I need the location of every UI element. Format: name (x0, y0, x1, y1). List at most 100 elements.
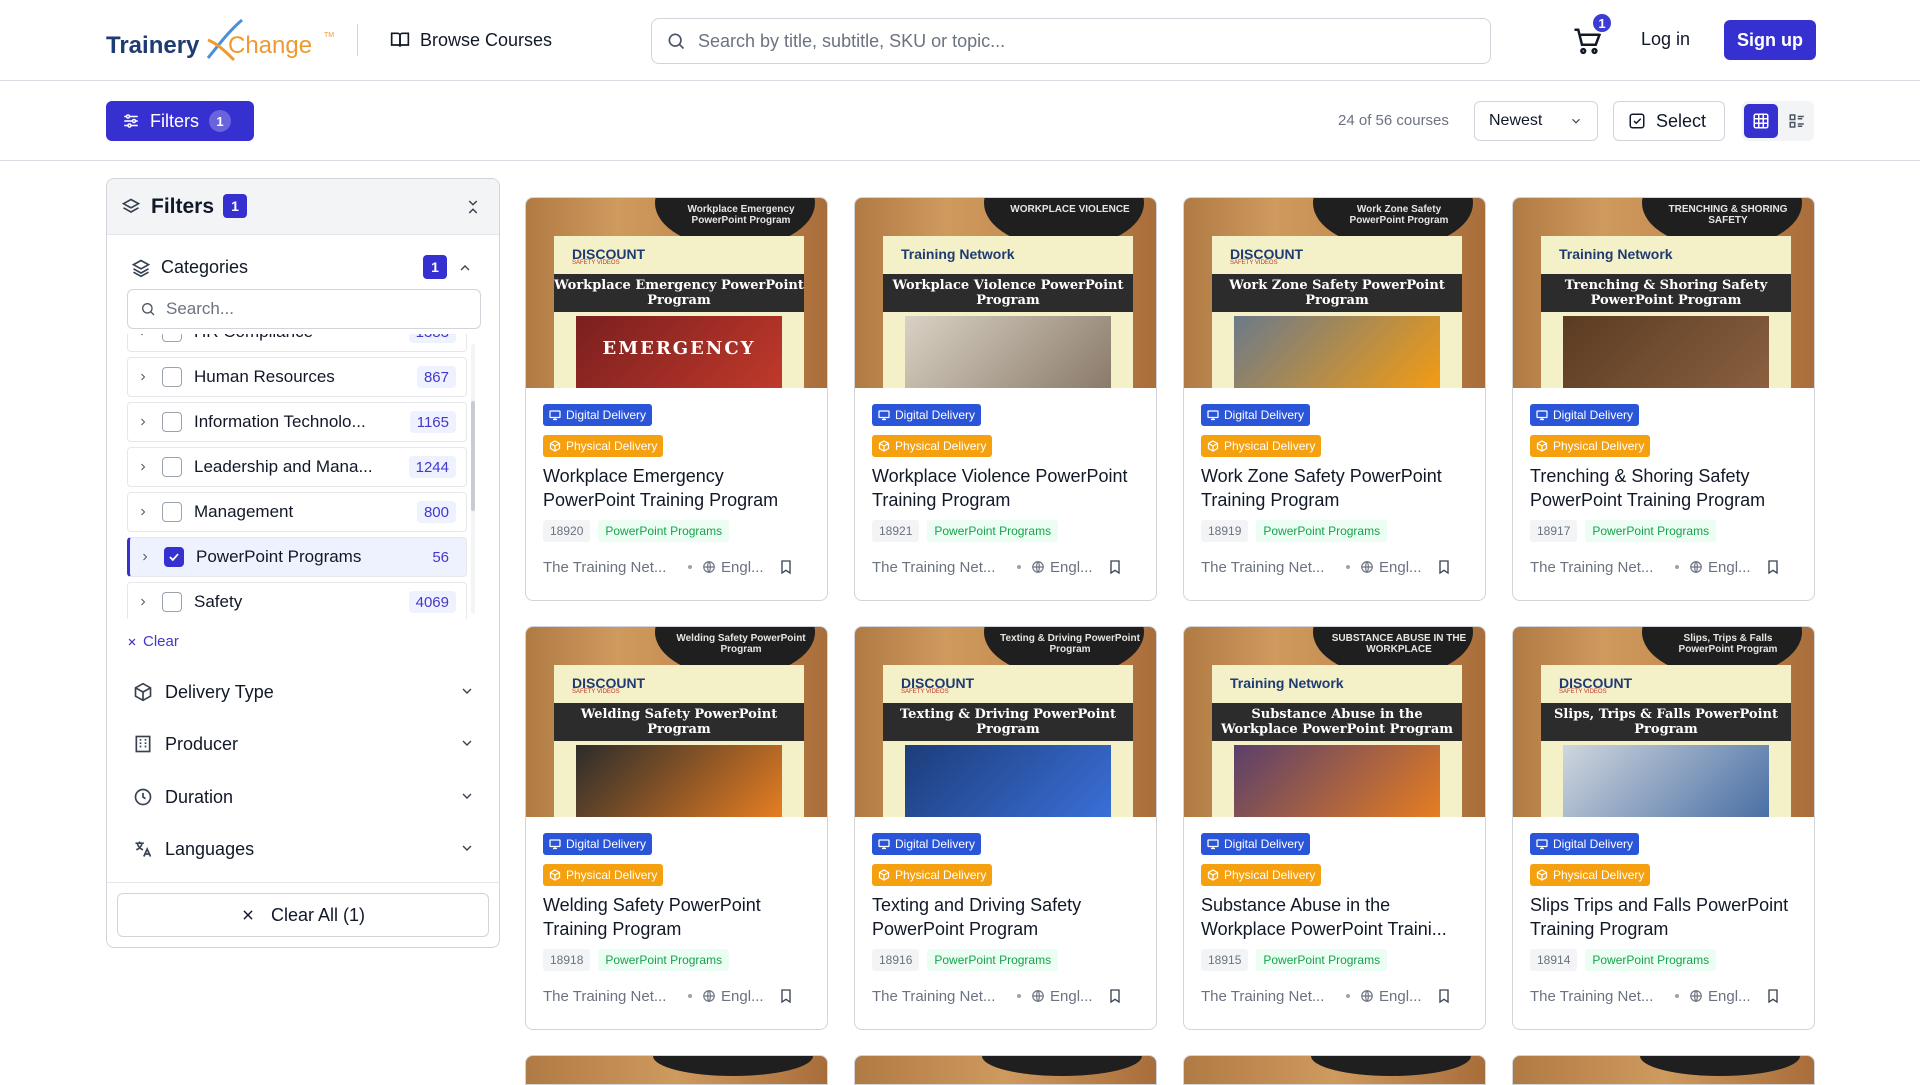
course-title[interactable]: Work Zone Safety PowerPoint Training Pro… (1201, 464, 1476, 512)
course-card-partial[interactable] (1183, 1055, 1486, 1085)
bookmark-icon[interactable] (1436, 558, 1452, 576)
course-category-tag[interactable]: PowerPoint Programs (927, 949, 1059, 971)
course-search-box[interactable] (651, 18, 1491, 64)
course-category-tag[interactable]: PowerPoint Programs (927, 520, 1059, 542)
bookmark-icon[interactable] (778, 987, 794, 1005)
browse-courses-link[interactable]: Browse Courses (390, 28, 552, 52)
bookmark-icon[interactable] (1436, 987, 1452, 1005)
course-title[interactable]: Substance Abuse in the Workplace PowerPo… (1201, 893, 1476, 941)
category-checkbox[interactable] (162, 412, 182, 432)
filter-section-languages[interactable]: Languages (127, 829, 481, 869)
grid-view-button[interactable] (1744, 104, 1778, 138)
clear-all-filters-button[interactable]: Clear All (1) (117, 893, 489, 937)
category-row-leadership[interactable]: Leadership and Mana... 1244 (127, 447, 467, 487)
course-card[interactable]: Texting & Driving PowerPoint Program DIS… (854, 626, 1157, 1030)
category-search-input[interactable] (166, 299, 456, 319)
filters-toggle-button[interactable]: Filters 1 (106, 101, 254, 141)
filter-section-producer[interactable]: Producer (127, 724, 481, 764)
course-thumbnail[interactable]: WORKPLACE VIOLENCE Training Network Work… (855, 198, 1156, 388)
course-title[interactable]: Texting and Driving Safety PowerPoint Pr… (872, 893, 1147, 941)
category-row-management[interactable]: Management 800 (127, 492, 467, 532)
category-checkbox[interactable] (162, 457, 182, 477)
chevron-right-icon[interactable] (128, 334, 158, 338)
filter-section-duration[interactable]: Duration (127, 777, 481, 817)
bookmark-icon[interactable] (778, 558, 794, 576)
chevron-right-icon[interactable] (128, 416, 158, 428)
course-category-tag[interactable]: PowerPoint Programs (598, 949, 730, 971)
course-category-tag[interactable]: PowerPoint Programs (1256, 949, 1388, 971)
course-card[interactable]: Welding Safety PowerPoint Program DISCOU… (525, 626, 828, 1030)
bookmark-icon[interactable] (1107, 558, 1123, 576)
cover-brand-sub: SAFETY VIDEOS (1559, 689, 1607, 695)
filters-panel-footer: Clear All (1) (107, 882, 499, 947)
course-category-tag[interactable]: PowerPoint Programs (1585, 520, 1717, 542)
category-checkbox[interactable] (162, 334, 182, 342)
collapse-icon[interactable] (464, 198, 482, 216)
filter-section-delivery-type[interactable]: Delivery Type (127, 672, 481, 712)
course-card[interactable]: WORKPLACE VIOLENCE Training Network Work… (854, 197, 1157, 601)
physical-delivery-badge: Physical Delivery (543, 864, 664, 886)
bookmark-icon[interactable] (1765, 558, 1781, 576)
chevron-right-icon[interactable] (128, 506, 158, 518)
course-tags: 18920 PowerPoint Programs (543, 520, 730, 542)
clear-all-label: Clear All (1) (270, 904, 366, 925)
course-search-input[interactable] (698, 30, 1458, 52)
course-thumbnail[interactable]: SUBSTANCE ABUSE IN THE WORKPLACE Trainin… (1184, 627, 1485, 817)
course-tags: 18914 PowerPoint Programs (1530, 949, 1717, 971)
course-thumbnail[interactable]: Work Zone Safety PowerPoint Program DISC… (1184, 198, 1485, 388)
course-thumbnail[interactable]: Welding Safety PowerPoint Program DISCOU… (526, 627, 827, 817)
monitor-icon (878, 839, 890, 850)
course-card[interactable]: Slips, Trips & Falls PowerPoint Program … (1512, 626, 1815, 1030)
package-icon (1207, 869, 1219, 881)
trainery-change-logo[interactable]: Trainery Change TM (106, 14, 336, 64)
category-scrollbar-thumb[interactable] (471, 401, 475, 511)
category-checkbox[interactable] (162, 592, 182, 612)
course-title[interactable]: Slips Trips and Falls PowerPoint Trainin… (1530, 893, 1805, 941)
list-view-button[interactable] (1780, 104, 1814, 138)
course-title[interactable]: Trenching & Shoring Safety PowerPoint Tr… (1530, 464, 1805, 512)
course-title[interactable]: Workplace Violence PowerPoint Training P… (872, 464, 1147, 512)
cover-title: Work Zone Safety PowerPoint Program (1229, 278, 1445, 308)
category-row-powerpoint-programs[interactable]: PowerPoint Programs 56 (127, 537, 467, 577)
course-title[interactable]: Welding Safety PowerPoint Training Progr… (543, 893, 818, 941)
category-checkbox-checked[interactable] (164, 547, 184, 567)
bookmark-icon[interactable] (1765, 987, 1781, 1005)
globe-icon (1361, 990, 1373, 1002)
course-thumbnail[interactable]: Workplace Emergency PowerPoint Program D… (526, 198, 827, 388)
course-card[interactable]: Work Zone Safety PowerPoint Program DISC… (1183, 197, 1486, 601)
category-row-hr-compliance[interactable]: HR Compliance 1383 (127, 334, 467, 352)
course-card-partial[interactable] (1512, 1055, 1815, 1085)
chevron-right-icon[interactable] (128, 371, 158, 383)
category-row-human-resources[interactable]: Human Resources 867 (127, 357, 467, 397)
signup-button[interactable]: Sign up (1724, 20, 1816, 60)
category-search-box[interactable] (127, 289, 481, 329)
category-checkbox[interactable] (162, 367, 182, 387)
course-card-partial[interactable] (854, 1055, 1157, 1085)
select-mode-button[interactable]: Select (1613, 101, 1725, 141)
course-tags: 18917 PowerPoint Programs (1530, 520, 1717, 542)
course-card-partial[interactable] (525, 1055, 828, 1085)
category-row-safety[interactable]: Safety 4069 (127, 582, 467, 619)
category-row-information-technology[interactable]: Information Technolo... 1165 (127, 402, 467, 442)
categories-section-title[interactable]: Categories (161, 257, 248, 278)
clear-categories-link[interactable]: Clear (127, 633, 179, 650)
login-link[interactable]: Log in (1641, 29, 1690, 50)
bookmark-icon[interactable] (1107, 987, 1123, 1005)
chevron-right-icon[interactable] (128, 461, 158, 473)
category-checkbox[interactable] (162, 502, 182, 522)
course-card[interactable]: Workplace Emergency PowerPoint Program D… (525, 197, 828, 601)
course-thumbnail[interactable]: TRENCHING & SHORING SAFETY Training Netw… (1513, 198, 1814, 388)
chevron-right-icon[interactable] (130, 551, 160, 563)
sort-select[interactable]: Newest (1474, 101, 1598, 141)
course-category-tag[interactable]: PowerPoint Programs (598, 520, 730, 542)
course-card[interactable]: TRENCHING & SHORING SAFETY Training Netw… (1512, 197, 1815, 601)
meta-separator (1346, 565, 1350, 569)
course-category-tag[interactable]: PowerPoint Programs (1585, 949, 1717, 971)
chevron-right-icon[interactable] (128, 596, 158, 608)
course-card[interactable]: SUBSTANCE ABUSE IN THE WORKPLACE Trainin… (1183, 626, 1486, 1030)
course-thumbnail[interactable]: Texting & Driving PowerPoint Program DIS… (855, 627, 1156, 817)
course-title[interactable]: Workplace Emergency PowerPoint Training … (543, 464, 818, 512)
chevron-up-icon[interactable] (457, 260, 473, 276)
course-thumbnail[interactable]: Slips, Trips & Falls PowerPoint Program … (1513, 627, 1814, 817)
course-category-tag[interactable]: PowerPoint Programs (1256, 520, 1388, 542)
